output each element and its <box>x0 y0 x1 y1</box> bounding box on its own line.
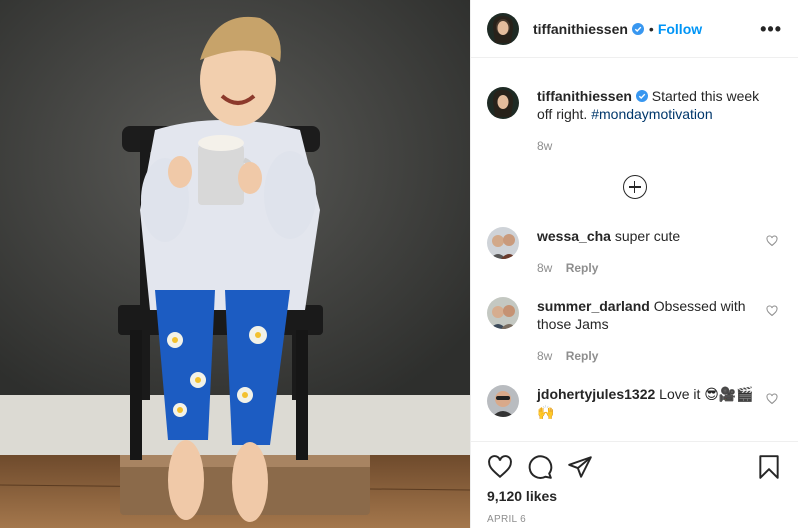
comment-body: jdohertyjules1322 Love it 😎🎥🎬🙌 <box>537 385 767 421</box>
author-username[interactable]: tiffanithiessen <box>533 21 628 37</box>
load-more-icon[interactable] <box>622 175 647 199</box>
separator-dot: • <box>648 20 654 37</box>
likes-count[interactable]: 9,120 likes <box>487 488 782 504</box>
commenter-avatar[interactable] <box>487 297 519 329</box>
post-actions: 9,120 likes APRIL 6 <box>471 441 798 525</box>
share-icon[interactable] <box>567 454 593 480</box>
comment-meta: 8w Reply <box>537 347 767 365</box>
caption-body: tiffanithiessen Started this week off ri… <box>537 87 777 155</box>
post-modal: tiffanithiessen • Follow ••• tiffanithie… <box>0 0 798 528</box>
photo-illustration <box>0 0 470 528</box>
post-photo[interactable] <box>0 0 470 528</box>
comment-item: jdohertyjules1322 Love it 😎🎥🎬🙌 <box>471 385 798 421</box>
comment-timestamp[interactable]: 8w <box>537 349 552 363</box>
heart-icon[interactable] <box>487 454 513 480</box>
commenter-avatar[interactable] <box>487 385 519 417</box>
comment-username[interactable]: wessa_cha <box>537 228 611 244</box>
comment-item: summer_darland Obsessed with those Jams … <box>471 297 798 365</box>
comment-timestamp[interactable]: 8w <box>537 261 552 275</box>
heart-icon[interactable] <box>766 305 778 317</box>
comments-list[interactable]: tiffanithiessen Started this week off ri… <box>471 59 798 441</box>
caption-author-avatar[interactable] <box>487 87 519 119</box>
author-avatar[interactable] <box>487 12 519 45</box>
verified-badge-icon <box>635 90 648 102</box>
comment-icon[interactable] <box>527 454 553 480</box>
post-date[interactable]: APRIL 6 <box>487 514 782 525</box>
commenter-avatar[interactable] <box>487 227 519 259</box>
action-icons <box>487 454 782 480</box>
comment-text: super cute <box>614 228 681 244</box>
comment-username[interactable]: summer_darland <box>537 298 650 314</box>
comment-meta: 8w Reply <box>537 259 767 277</box>
comment-body: summer_darland Obsessed with those Jams … <box>537 297 767 365</box>
caption-username[interactable]: tiffanithiessen <box>537 88 632 104</box>
load-more <box>471 175 798 199</box>
reply-button[interactable]: Reply <box>566 349 599 363</box>
heart-icon[interactable] <box>766 393 778 405</box>
more-options-icon[interactable]: ••• <box>760 20 782 38</box>
heart-icon[interactable] <box>766 235 778 247</box>
caption: tiffanithiessen Started this week off ri… <box>471 59 798 155</box>
reply-button[interactable]: Reply <box>566 261 599 275</box>
post-header: tiffanithiessen • Follow ••• <box>471 0 798 58</box>
caption-hashtag[interactable]: #mondaymotivation <box>591 106 712 122</box>
caption-timestamp[interactable]: 8w <box>537 137 777 155</box>
follow-button[interactable]: Follow <box>658 21 702 37</box>
comment-body: wessa_cha super cute 8w Reply <box>537 227 767 277</box>
bookmark-icon[interactable] <box>756 454 782 480</box>
post-details-panel: tiffanithiessen • Follow ••• tiffanithie… <box>470 0 798 528</box>
comment-username[interactable]: jdohertyjules1322 <box>537 386 655 402</box>
comment-item: wessa_cha super cute 8w Reply <box>471 227 798 277</box>
verified-badge-icon <box>631 22 644 35</box>
